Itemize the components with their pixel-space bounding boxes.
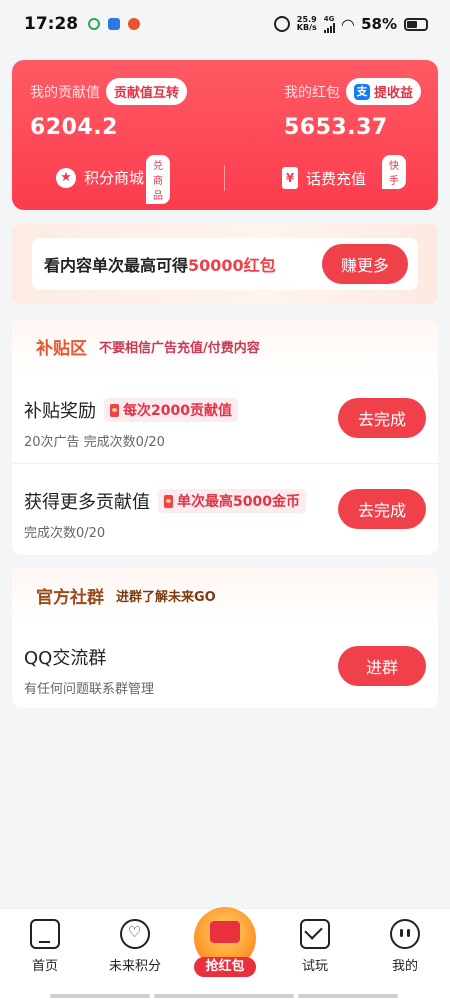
complete-button[interactable]: 去完成 [338,398,426,438]
gesture-bar [50,994,150,998]
wifi-icon: ◠ [341,14,355,34]
star-icon: ★ [56,167,76,188]
signal-icon: 4G [323,15,335,33]
contribution-transfer-button[interactable]: 贡献值互转 [106,78,188,105]
task-row: 补贴奖励 每次2000贡献值 20次广告 完成次数0/20 去完成 [12,373,438,463]
nav-trial[interactable]: 试玩 [280,919,350,974]
points-mall-link[interactable]: ★ 积分商城 兑商品 [56,155,170,204]
community-section: 官方社群 进群了解未来GO QQ交流群 有任何问题联系群管理 进群 [12,568,438,708]
gesture-bar [154,994,294,998]
redpacket-label: 抢红包 [194,957,256,977]
gesture-bar [298,994,398,998]
blue-app-icon [108,18,121,30]
contribution-label: 我的贡献值 [30,84,100,101]
promo-banner-inner: 看内容单次最高可得50000红包 赚更多 [32,238,418,290]
subsidy-section: 补贴区 不要相信广告充值/付费内容 补贴奖励 每次2000贡献值 20次广告 完… [12,319,438,555]
nav-mine[interactable]: 我的 [370,919,440,974]
community-header: 官方社群 进群了解未来GO [12,568,438,622]
phone-recharge-tag: 快手 [382,155,406,189]
promo-banner: 看内容单次最高可得50000红包 赚更多 [12,224,438,304]
contribution-value: 6204.2 [30,115,118,140]
qq-group-title: QQ交流群 [24,648,107,669]
redpacket-icon [164,494,173,508]
nav-redpacket[interactable]: 抢红包 [190,907,260,983]
earn-more-button[interactable]: 赚更多 [322,244,408,284]
qq-group-row: QQ交流群 有任何问题联系群管理 进群 [12,622,438,712]
notification-icons [88,18,141,30]
face-icon [390,919,420,949]
section-title: 官方社群 [36,587,104,608]
nav-points[interactable]: 未来积分 [100,919,170,974]
battery-icon [404,17,428,31]
home-icon [30,919,60,949]
alarm-icon [273,16,290,32]
heart-icon [120,919,150,949]
divider [224,165,225,191]
promo-text: 看内容单次最高可得50000红包 [44,256,276,275]
section-title: 补贴区 [36,338,87,359]
recycle-app-icon [88,18,101,30]
section-subtitle: 进群了解未来GO [116,589,216,605]
points-mall-tag: 兑商品 [146,155,170,204]
wallet-card: 我的贡献值 贡献值互转 6204.2 我的红包 支 提收益 5653.37 ★ … [12,60,438,210]
contribution-block: 我的贡献值 贡献值互转 6204.2 [30,78,188,140]
bottom-nav: 首页 未来积分 抢红包 试玩 我的 [0,907,450,1000]
battery-percent: 58% [361,15,397,33]
status-bar: 17:28 25.9 KB/s 4G ◠ 58% [0,0,450,48]
task-title: 补贴奖励 [24,401,96,422]
nav-home[interactable]: 首页 [10,919,80,974]
redpacket-block: 我的红包 支 提收益 5653.37 [284,78,422,140]
redpacket-icon [110,403,119,417]
join-group-button[interactable]: 进群 [338,646,426,686]
wallet-links: ★ 积分商城 兑商品 ¥ 话费充值 快手 [12,155,438,204]
orange-app-icon [128,18,141,30]
phone-icon: ¥ [282,167,298,189]
complete-button[interactable]: 去完成 [338,489,426,529]
status-time: 17:28 [24,14,79,34]
task-row: 获得更多贡献值 单次最高5000金币 完成次数0/20 去完成 [12,463,438,553]
section-subtitle: 不要相信广告充值/付费内容 [99,340,260,356]
alipay-icon: 支 [354,83,370,100]
redpacket-value: 5653.37 [284,115,388,140]
withdraw-button[interactable]: 支 提收益 [346,78,422,105]
net-speed: 25.9 KB/s [296,15,317,32]
task-badge: 每次2000贡献值 [104,398,238,422]
phone-recharge-link[interactable]: ¥ 话费充值 快手 [282,155,406,189]
task-badge: 单次最高5000金币 [158,489,306,513]
redpacket-label: 我的红包 [284,84,340,101]
mail-icon [300,919,330,949]
subsidy-header: 补贴区 不要相信广告充值/付费内容 [12,319,438,373]
task-title: 获得更多贡献值 [24,492,150,513]
